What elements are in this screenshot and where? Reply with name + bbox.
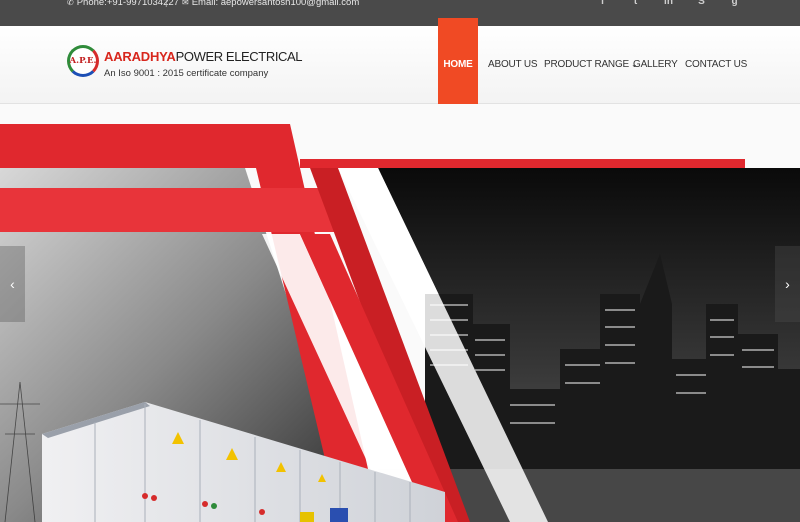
tagline: An Iso 9001 : 2015 certificate company — [104, 68, 269, 79]
hero-banner-graphic — [0, 124, 800, 522]
slider-next-button[interactable]: › — [775, 246, 800, 322]
facebook-icon[interactable]: f — [586, 0, 619, 7]
nav-about-us[interactable]: ABOUT US — [488, 26, 538, 104]
nav-product-range-label: PRODUCT RANGE — [544, 59, 630, 70]
phone-contact[interactable]: ✆ Phone:+91-9971034227 — [67, 0, 179, 8]
google-plus-icon[interactable]: g — [718, 0, 751, 7]
email-text: Email: aepowersantosh100@gmail.com — [191, 0, 360, 8]
social-links: f t in S g — [586, 0, 751, 7]
skype-icon[interactable]: S — [685, 0, 718, 7]
nav-product-range[interactable]: PRODUCT RANGE ⌄ — [544, 26, 638, 104]
hero-slider: ‹ › — [0, 104, 800, 522]
brand-bold: AARADHYA — [104, 49, 176, 64]
logo[interactable]: A.P.E. — [67, 45, 99, 77]
site-header: A.P.E. AARADHYAPOWER ELECTRICAL An Iso 9… — [0, 18, 800, 104]
red-stripe-mid — [0, 188, 345, 232]
twitter-icon[interactable]: t — [619, 0, 652, 7]
red-stripe-thin — [300, 159, 745, 168]
linkedin-icon[interactable]: in — [652, 0, 685, 7]
email-contact[interactable]: ✉ Email: aepowersantosh100@gmail.com — [182, 0, 359, 8]
brand-rest: POWER ELECTRICAL — [175, 49, 303, 64]
top-info-bar: ✆ Phone:+91-9971034227 | ✉ Email: aepowe… — [0, 0, 800, 26]
phone-icon: ✆ — [67, 0, 74, 7]
envelope-icon: ✉ — [182, 0, 189, 7]
nav-gallery[interactable]: GALLERY — [633, 26, 678, 104]
phone-text: Phone:+91-9971034227 — [76, 0, 179, 8]
nav-contact-us[interactable]: CONTACT US — [685, 26, 747, 104]
nav-home[interactable]: HOME — [438, 18, 478, 104]
contact-separator: | — [165, 0, 168, 8]
brand-name[interactable]: AARADHYAPOWER ELECTRICAL — [104, 48, 303, 66]
slider-prev-button[interactable]: ‹ — [0, 246, 25, 322]
